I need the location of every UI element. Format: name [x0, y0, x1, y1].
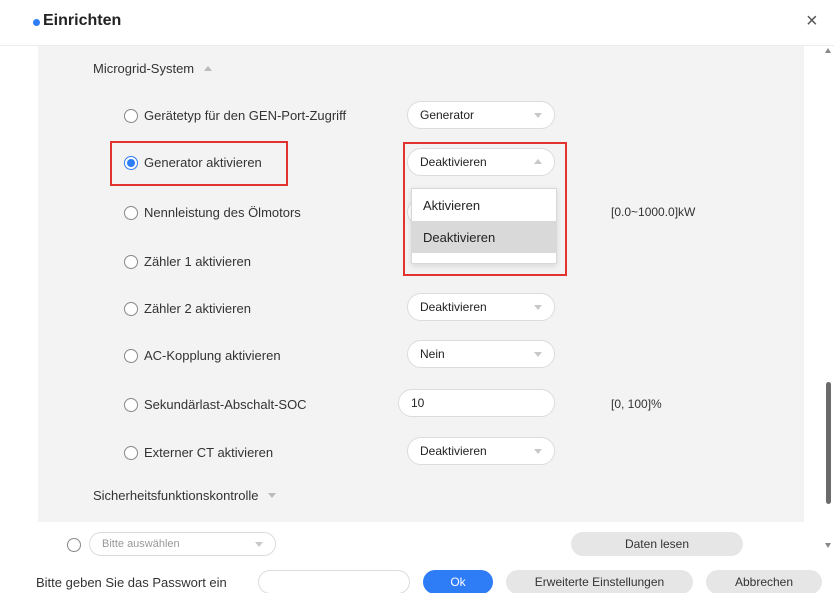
- close-icon[interactable]: ×: [806, 11, 818, 31]
- section-microgrid[interactable]: Microgrid-System: [93, 61, 213, 76]
- option-ac-coupling[interactable]: AC-Kopplung aktivieren: [124, 348, 281, 363]
- scroll-up-icon[interactable]: [825, 48, 831, 53]
- radio-gen-port[interactable]: [124, 108, 138, 123]
- password-label: Bitte geben Sie das Passwort ein: [36, 575, 227, 590]
- highlight-gen-enable: [110, 141, 288, 186]
- scrollbar[interactable]: [822, 46, 834, 556]
- external-ct-label: Externer CT aktivieren: [144, 445, 274, 460]
- external-ct-select[interactable]: Deaktivieren: [407, 437, 555, 465]
- radio-oil-motor[interactable]: [124, 205, 138, 220]
- external-ct-value: Deaktivieren: [420, 444, 487, 458]
- gen-port-value: Generator: [420, 108, 475, 122]
- ac-coupling-label: AC-Kopplung aktivieren: [144, 348, 281, 363]
- meter2-value: Deaktivieren: [420, 300, 487, 314]
- chevron-down-icon: [534, 352, 542, 357]
- oil-motor-label: Nennleistung des Ölmotors: [144, 205, 301, 220]
- section-safety-label: Sicherheitsfunktionskontrolle: [93, 488, 259, 503]
- option-external-ct[interactable]: Externer CT aktivieren: [124, 445, 273, 460]
- chevron-down-icon: [268, 493, 277, 498]
- bottom-select[interactable]: Bitte auswählen: [89, 532, 276, 556]
- oil-motor-range: [0.0~1000.0]kW: [611, 205, 696, 219]
- option-oil-motor[interactable]: Nennleistung des Ölmotors: [124, 205, 301, 220]
- meter2-select[interactable]: Deaktivieren: [407, 293, 555, 321]
- secondary-soc-label: Sekundärlast-Abschalt-SOC: [144, 397, 307, 412]
- chevron-down-icon: [534, 449, 542, 454]
- radio-external-ct[interactable]: [124, 445, 138, 460]
- secondary-soc-input[interactable]: 10: [398, 389, 555, 417]
- radio-bottom[interactable]: [67, 538, 81, 552]
- option-gen-port[interactable]: Gerätetyp für den GEN-Port-Zugriff: [124, 108, 346, 123]
- meter1-label: Zähler 1 aktivieren: [144, 254, 251, 269]
- section-microgrid-label: Microgrid-System: [93, 61, 195, 76]
- section-safety[interactable]: Sicherheitsfunktionskontrolle: [93, 488, 277, 503]
- radio-meter1[interactable]: [124, 254, 138, 269]
- read-data-button[interactable]: Daten lesen: [571, 532, 743, 556]
- chevron-down-icon: [534, 305, 542, 310]
- title-dot-icon: [33, 19, 40, 26]
- chevron-down-icon: [255, 542, 263, 547]
- ok-button[interactable]: Ok: [423, 570, 493, 593]
- bottom-controls: Bitte auswählen Daten lesen: [0, 532, 834, 558]
- chevron-down-icon: [534, 113, 542, 118]
- chevron-up-icon: [204, 66, 213, 71]
- gen-port-select[interactable]: Generator: [407, 101, 555, 129]
- radio-secondary-soc[interactable]: [124, 397, 138, 412]
- password-input[interactable]: [258, 570, 410, 593]
- secondary-soc-value: 10: [411, 396, 425, 410]
- scroll-thumb[interactable]: [826, 382, 831, 504]
- advanced-settings-button[interactable]: Erweiterte Einstellungen: [506, 570, 693, 593]
- ac-coupling-select[interactable]: Nein: [407, 340, 555, 368]
- option-meter2[interactable]: Zähler 2 aktivieren: [124, 301, 251, 316]
- option-meter1[interactable]: Zähler 1 aktivieren: [124, 254, 251, 269]
- ac-coupling-value: Nein: [420, 347, 445, 361]
- gen-port-label: Gerätetyp für den GEN-Port-Zugriff: [144, 108, 347, 123]
- highlight-dropdown: [403, 142, 567, 276]
- cancel-button[interactable]: Abbrechen: [706, 570, 822, 593]
- meter2-label: Zähler 2 aktivieren: [144, 301, 251, 316]
- bottom-select-placeholder: Bitte auswählen: [102, 538, 180, 550]
- radio-meter2[interactable]: [124, 301, 138, 316]
- option-secondary-soc[interactable]: Sekundärlast-Abschalt-SOC: [124, 397, 307, 412]
- dialog-footer: Bitte geben Sie das Passwort ein Ok Erwe…: [0, 558, 834, 593]
- dialog-titlebar: Einrichten ×: [0, 0, 834, 46]
- radio-ac-coupling[interactable]: [124, 348, 138, 363]
- secondary-soc-range: [0, 100]%: [611, 397, 662, 411]
- dialog-title: Einrichten: [43, 12, 122, 29]
